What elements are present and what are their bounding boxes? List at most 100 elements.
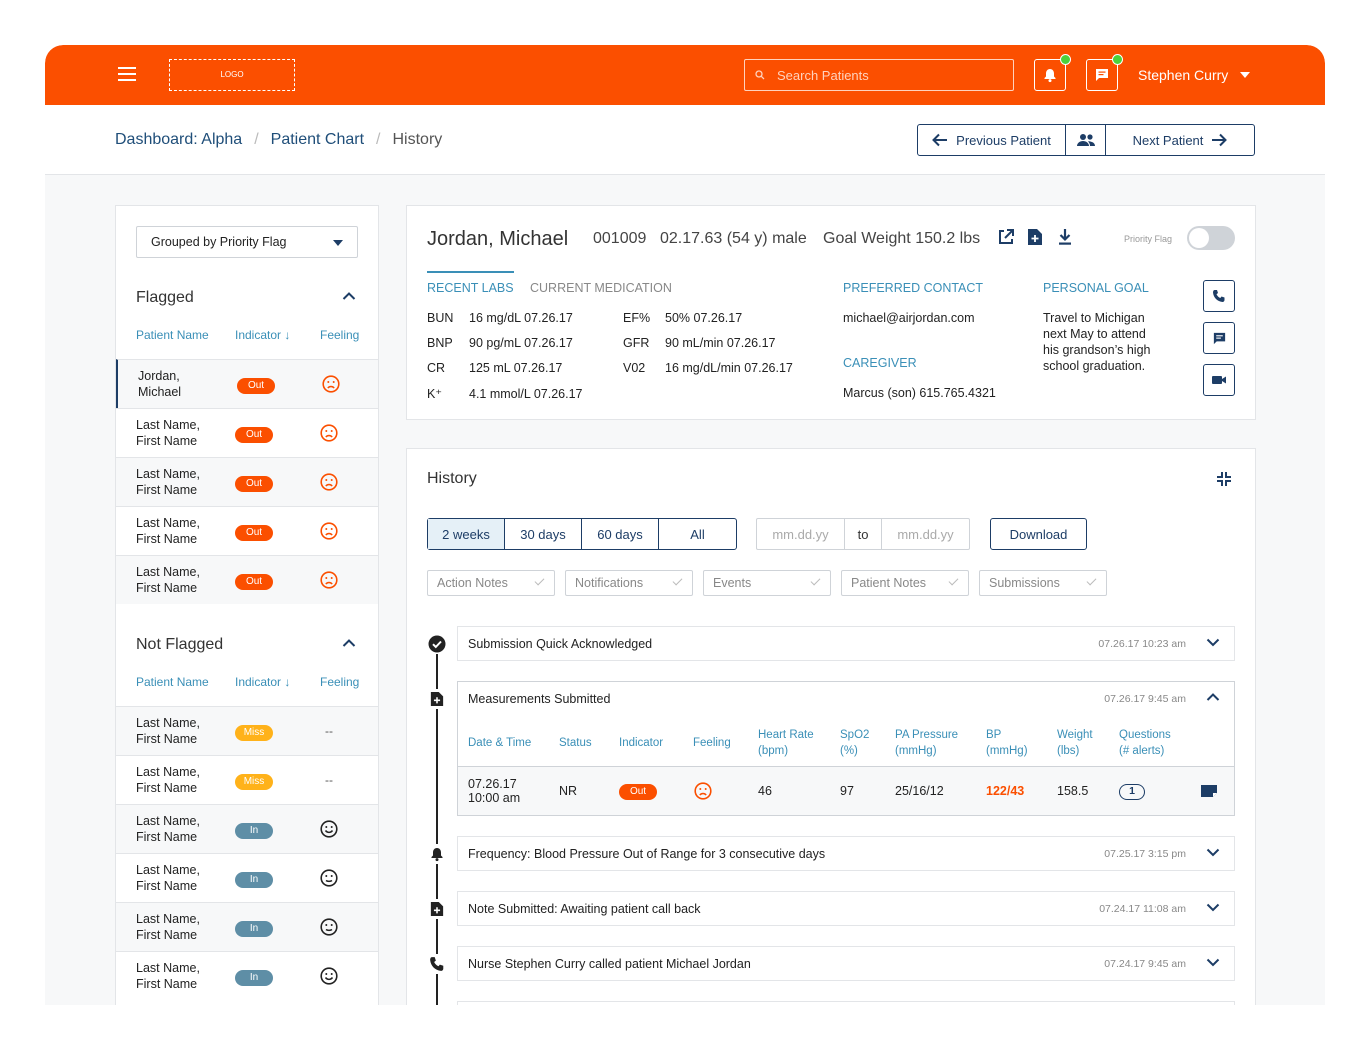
col-questions: Questions (# alerts) (1119, 729, 1171, 757)
app-frame: LOGO Stephen Curry Dashboard: Alpha / Pa… (45, 45, 1325, 1005)
file-plus-icon[interactable] (1027, 228, 1043, 246)
chevron-down-icon[interactable] (1206, 847, 1220, 857)
filter-notifications[interactable]: Notifications (565, 570, 693, 596)
patient-row[interactable]: Last Name, First Name In (116, 902, 378, 951)
flagged-title: Flagged (136, 289, 194, 306)
previous-patient-button[interactable]: Previous Patient (918, 125, 1066, 155)
breadcrumb-patient-chart[interactable]: Patient Chart (271, 131, 364, 149)
patient-row[interactable]: Last Name, First Name Out (116, 555, 378, 604)
date-to-input[interactable] (882, 519, 969, 549)
filter-patient-notes[interactable]: Patient Notes (841, 570, 969, 596)
group-by-select[interactable]: Grouped by Priority Flag (136, 226, 358, 258)
col-feeling[interactable]: Feeling (320, 328, 359, 342)
history-event[interactable]: Submission Quick Acknowledged 07.26.17 1… (457, 626, 1235, 661)
messages-button[interactable] (1086, 54, 1123, 91)
lab-k: K⁺ 4.1 mmol/L 07.26.17 (427, 387, 583, 401)
preferred-contact-value: michael@airjordan.com (843, 311, 975, 325)
next-patient-button[interactable]: Next Patient (1106, 125, 1254, 155)
patient-row-name: Last Name, First Name (136, 765, 200, 795)
message-dot (1112, 54, 1123, 65)
patient-row[interactable]: Last Name, First Name In (116, 853, 378, 902)
open-external-icon[interactable] (997, 228, 1015, 246)
event-date: 07.26.17 9:45 am (1104, 693, 1186, 705)
indicator-badge: Out (235, 571, 273, 590)
patient-row[interactable]: Last Name, First Name Out (116, 457, 378, 506)
col-feeling: Feeling (693, 737, 731, 749)
range-all[interactable]: All (659, 519, 736, 549)
event-date: 07.24.17 11:08 am (1099, 903, 1186, 915)
note-icon[interactable] (1200, 784, 1218, 798)
history-event[interactable]: Frequency: Blood Pressure Out of Range f… (457, 836, 1235, 871)
patient-row[interactable]: Last Name, First Name Miss -- (116, 706, 378, 755)
search-input[interactable] (777, 67, 997, 83)
priority-flag-label: Priority Flag (1124, 234, 1173, 244)
chevron-up-icon[interactable] (1206, 692, 1220, 702)
neutral-face-icon (320, 918, 338, 941)
video-call-button[interactable] (1203, 364, 1235, 396)
indicator-badge: Miss (235, 771, 273, 790)
col-status: Status (559, 737, 592, 749)
logo: LOGO (169, 59, 295, 91)
filter-submissions[interactable]: Submissions (979, 570, 1107, 596)
date-to-label: to (844, 519, 882, 549)
measure-spo2: 97 (840, 784, 854, 798)
tab-current-medication[interactable]: CURRENT MEDICATION (530, 281, 672, 295)
caret-down-icon (333, 240, 343, 246)
range-60-days[interactable]: 60 days (582, 519, 659, 549)
indicator-badge: Out (235, 473, 273, 492)
col-indicator[interactable]: Indicator ↓ (235, 675, 290, 689)
call-button[interactable] (1203, 280, 1235, 312)
patient-row[interactable]: Last Name, First Name Out (116, 506, 378, 555)
patient-row[interactable]: Last Name, First Name In (116, 804, 378, 853)
priority-flag-toggle[interactable] (1187, 226, 1235, 250)
range-30-days[interactable]: 30 days (505, 519, 582, 549)
patient-row[interactable]: Last Name, First Name In (116, 951, 378, 1000)
arrow-left-icon (932, 133, 948, 147)
col-feeling[interactable]: Feeling (320, 675, 359, 689)
history-event[interactable]: Note Submitted: Awaiting patient call ba… (457, 891, 1235, 926)
col-indicator[interactable]: Indicator ↓ (235, 328, 290, 342)
check-icon (1086, 575, 1097, 586)
download-icon[interactable] (1057, 228, 1073, 246)
search-box[interactable] (744, 59, 1014, 91)
chevron-down-icon[interactable] (1206, 902, 1220, 912)
neutral-face-icon (320, 869, 338, 892)
col-pa-pressure: PA Pressure (mmHg) (895, 729, 959, 757)
previous-patient-label: Previous Patient (956, 132, 1051, 148)
breadcrumb-dashboard[interactable]: Dashboard: Alpha (115, 131, 242, 149)
history-event-partial[interactable] (457, 1001, 1235, 1005)
col-patient-name[interactable]: Patient Name (136, 328, 209, 342)
questions-alert-badge[interactable]: 1 (1119, 783, 1145, 800)
measure-pa-pressure: 25/16/12 (895, 784, 944, 798)
preferred-contact-label: PREFERRED CONTACT (843, 281, 984, 295)
message-button[interactable] (1203, 322, 1235, 354)
col-indicator-label: Indicator (235, 675, 282, 689)
patient-row[interactable]: Last Name, First Name Out (116, 408, 378, 457)
chevron-up-icon[interactable] (342, 638, 356, 648)
filter-label: Patient Notes (851, 576, 927, 590)
chevron-down-icon[interactable] (1206, 957, 1220, 967)
col-patient-name[interactable]: Patient Name (136, 675, 209, 689)
menu-icon[interactable] (118, 67, 136, 81)
collapse-icon[interactable] (1216, 471, 1232, 487)
indicator-badge: In (235, 967, 273, 986)
patient-row[interactable]: Jordan, Michael Out (116, 359, 378, 408)
range-2-weeks[interactable]: 2 weeks (428, 519, 505, 549)
date-from-input[interactable] (757, 519, 844, 549)
tab-recent-labs[interactable]: RECENT LABS (427, 271, 514, 295)
filter-action-notes[interactable]: Action Notes (427, 570, 555, 596)
notifications-button[interactable] (1034, 54, 1071, 91)
chevron-down-icon[interactable] (1206, 637, 1220, 647)
patient-list-button[interactable] (1066, 125, 1106, 155)
arrow-right-icon (1212, 133, 1228, 147)
lab-v02: V02 16 mg/dL/min 07.26.17 (623, 361, 793, 375)
chevron-up-icon[interactable] (342, 291, 356, 301)
download-button[interactable]: Download (990, 518, 1087, 550)
filter-events[interactable]: Events (703, 570, 831, 596)
patient-row-name: Last Name, First Name (136, 863, 200, 893)
lab-cr: CR 125 mL 07.26.17 (427, 361, 563, 375)
patient-row[interactable]: Last Name, First Name Miss -- (116, 755, 378, 804)
history-event[interactable]: Nurse Stephen Curry called patient Micha… (457, 946, 1235, 981)
user-menu[interactable]: Stephen Curry (1138, 67, 1251, 83)
indicator-badge: In (235, 869, 273, 888)
